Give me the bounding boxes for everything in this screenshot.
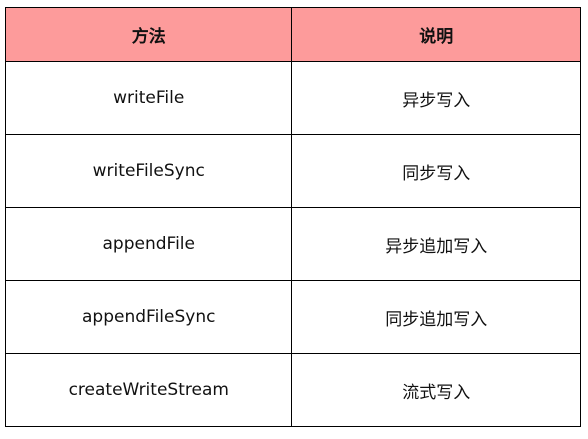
method-cell: writeFileSync: [4, 134, 293, 208]
table-header: 方法 说明: [4, 7, 581, 62]
methods-table: 方法 说明 writeFile 异步写入 writeFileSync 同步写入 …: [4, 7, 581, 427]
table-row: writeFileSync 同步写入: [4, 134, 581, 208]
description-cell: 异步追加写入: [291, 207, 581, 281]
table-row: createWriteStream 流式写入: [4, 353, 581, 427]
description-cell: 流式写入: [291, 353, 581, 427]
header-method: 方法: [4, 7, 293, 62]
table-body: writeFile 异步写入 writeFileSync 同步写入 append…: [4, 61, 581, 427]
header-row: 方法 说明: [4, 7, 581, 62]
header-description: 说明: [291, 7, 581, 62]
description-cell: 异步写入: [291, 61, 581, 135]
method-cell: writeFile: [4, 61, 293, 135]
method-cell: appendFileSync: [4, 280, 293, 354]
table-row: appendFile 异步追加写入: [4, 207, 581, 281]
method-cell: createWriteStream: [4, 353, 293, 427]
description-cell: 同步写入: [291, 134, 581, 208]
table-row: writeFile 异步写入: [4, 61, 581, 135]
table-row: appendFileSync 同步追加写入: [4, 280, 581, 354]
method-cell: appendFile: [4, 207, 293, 281]
description-cell: 同步追加写入: [291, 280, 581, 354]
